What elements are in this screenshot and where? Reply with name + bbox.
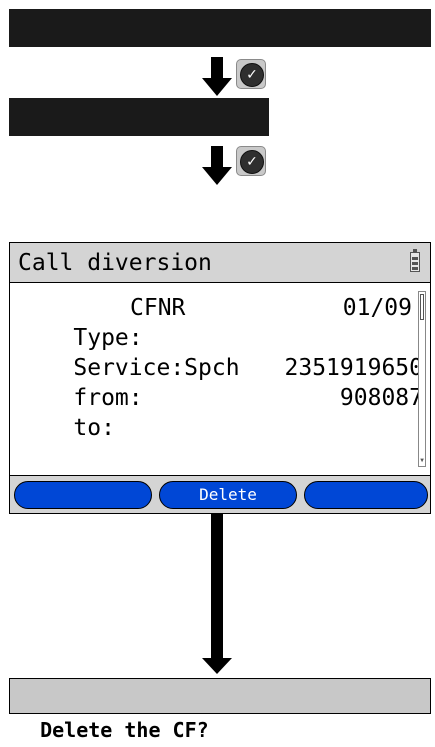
ok-check-icon [236,59,266,89]
delete-question: Delete the CF? [40,718,209,742]
menu-single-tests[interactable]: Single tests [9,9,431,78]
screen-title-bar: Call diversion [10,243,430,283]
scroll-down-icon[interactable]: ▼ [419,458,425,464]
delete-confirmation-prompt: Delete the CF? [9,678,431,742]
delete-button-label: Delete [199,485,257,504]
page-counter: 01/09 [342,295,412,321]
screen-title: Call diversion [18,250,212,276]
softkey-left[interactable] [14,481,152,509]
down-arrow-icon [202,514,232,674]
type-row: Type: CFNR 01/09 [18,293,412,351]
softkey-right[interactable] [304,481,428,509]
down-arrow-icon [202,146,232,185]
menu-cf-interrogation[interactable]: CF interrogation [9,98,269,167]
scrollbar[interactable]: ▼ [418,291,426,467]
from-row: from: 2351919650 [18,353,423,411]
device-screen: Call diversion Type: CFNR 01/09 Service:… [9,242,431,514]
delete-button[interactable]: Delete [159,481,297,509]
battery-icon [410,249,420,272]
service-row: Service:Spch [18,323,412,381]
menu-single-tests-label: Single tests [41,54,186,78]
down-arrow-icon [202,57,232,96]
to-label: to: [73,415,115,441]
scrollbar-thumb[interactable] [420,294,424,320]
ok-check-icon [236,146,266,176]
softkey-bar: Delete [10,475,430,513]
to-number: 908087 [339,385,423,411]
to-row: to: 908087 [18,383,423,441]
from-number: 2351919650 [284,355,423,381]
type-value: CFNR [130,295,186,321]
